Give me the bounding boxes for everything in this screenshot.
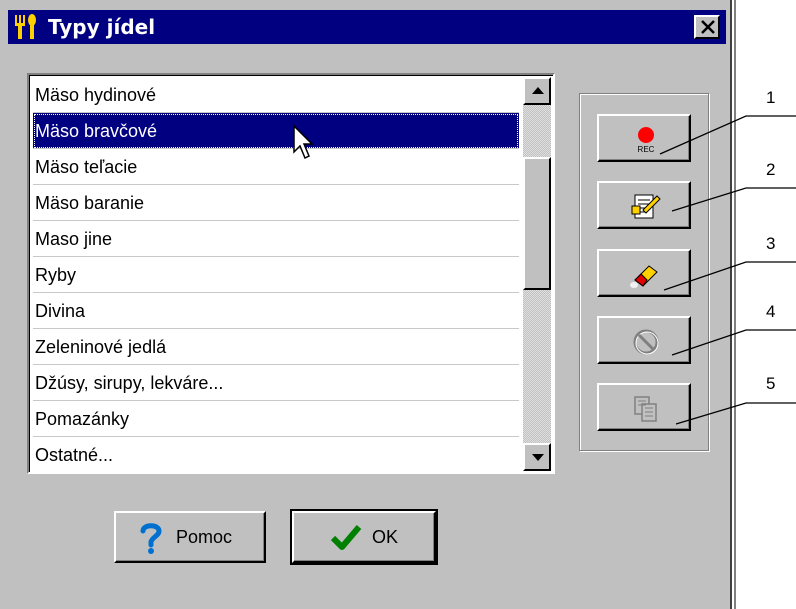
- callout-1: 1: [766, 88, 776, 107]
- callout-lines: [659, 115, 796, 425]
- callout-2: 2: [766, 160, 776, 179]
- callout-4: 4: [766, 302, 776, 321]
- mouse-cursor-icon: [293, 124, 314, 160]
- callout-3: 3: [766, 234, 776, 253]
- callout-5: 5: [766, 374, 776, 393]
